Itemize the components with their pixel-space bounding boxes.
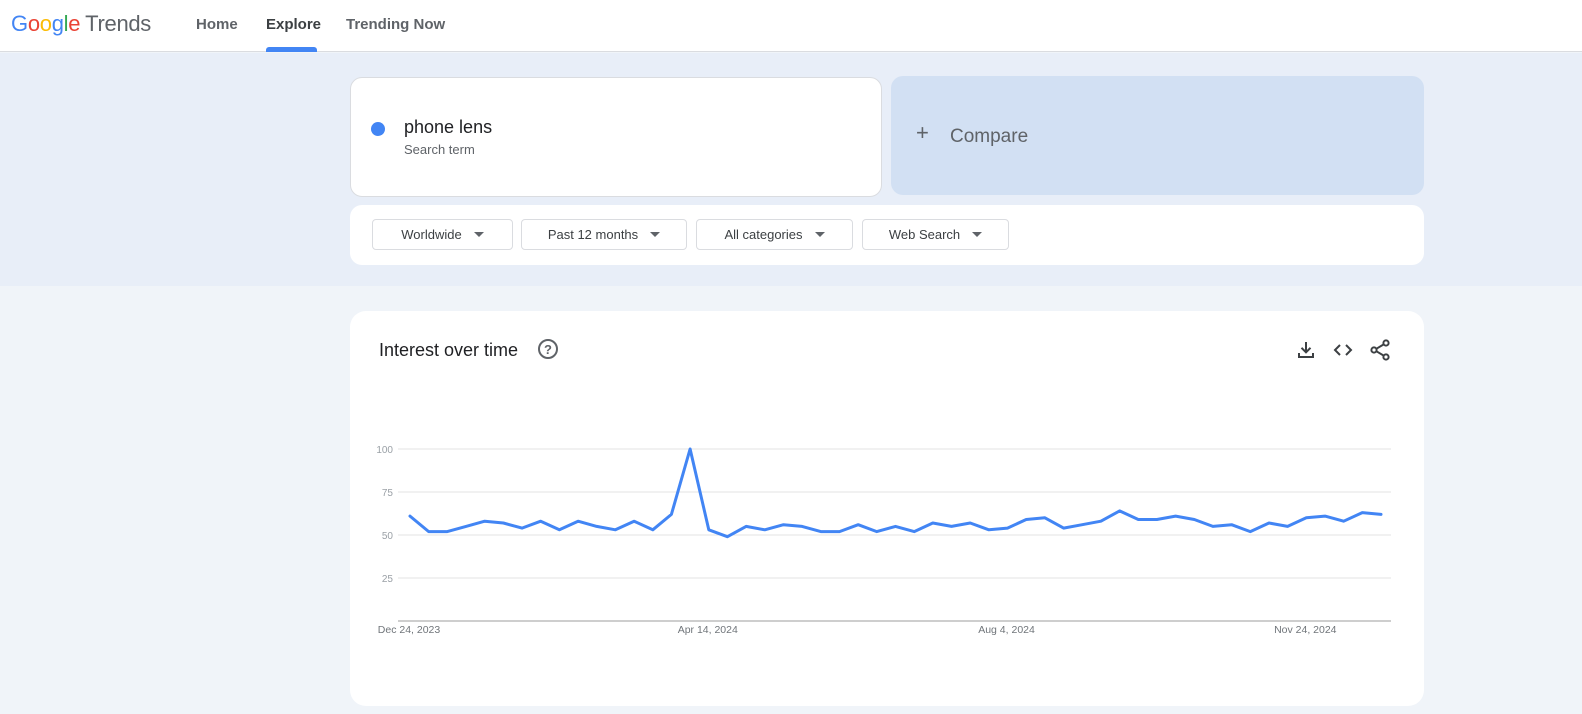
filter-label: All categories (724, 227, 803, 242)
logo-letter: o (27, 11, 40, 36)
top-header: Google Trends Home Explore Trending Now (0, 0, 1582, 52)
nav-trending-now[interactable]: Trending Now (346, 16, 445, 33)
x-tick-label: Dec 24, 2023 (378, 624, 441, 636)
x-tick-label: Nov 24, 2024 (1274, 624, 1337, 636)
logo-letter: G (11, 11, 28, 36)
filter-bar: Worldwide Past 12 months All categories … (350, 205, 1424, 265)
caret-down-icon (650, 232, 661, 237)
category-filter[interactable]: All categories (696, 219, 853, 250)
search-term-card[interactable]: phone lens Search term (350, 77, 882, 197)
search-type-filter[interactable]: Web Search (862, 219, 1009, 250)
time-range-filter[interactable]: Past 12 months (521, 219, 687, 250)
logo-letter: g (51, 11, 64, 36)
y-tick-label: 100 (376, 445, 393, 456)
logo-product: Trends (85, 11, 152, 36)
google-trends-logo[interactable]: Google Trends (11, 11, 151, 37)
filter-label: Worldwide (401, 227, 462, 242)
series-line-phone-lens (408, 447, 1383, 539)
x-tick-label: Apr 14, 2024 (678, 624, 738, 636)
nav-explore[interactable]: Explore (266, 16, 321, 33)
filter-label: Past 12 months (547, 227, 639, 242)
y-tick-label: 50 (382, 531, 394, 542)
filter-label: Web Search (888, 227, 961, 242)
logo-letter: e (68, 11, 81, 36)
logo-letter: o (39, 11, 52, 36)
y-tick-label: 75 (382, 488, 394, 499)
active-tab-indicator (266, 47, 317, 52)
plus-icon: + (916, 120, 929, 145)
interest-line-chart: 25 50 75 100 Dec 24, 2023 Apr 14, 2024 Aug 4, … (376, 445, 1391, 636)
compare-label: Compare (950, 126, 1029, 147)
compare-button[interactable]: + Compare (891, 76, 1424, 195)
term-color-dot (371, 122, 385, 136)
caret-down-icon (473, 232, 484, 237)
nav-home[interactable]: Home (196, 16, 238, 33)
x-tick-label: Aug 4, 2024 (978, 624, 1035, 636)
y-tick-label: 25 (382, 574, 394, 585)
search-term-subtitle: Search term (404, 142, 475, 157)
search-term-name[interactable]: phone lens (404, 117, 492, 138)
caret-down-icon (814, 232, 825, 237)
location-filter[interactable]: Worldwide (372, 219, 513, 250)
interest-over-time-card: Interest over time ? 25 50 75 100 Dec 24, 20… (350, 311, 1424, 706)
caret-down-icon (972, 232, 983, 237)
